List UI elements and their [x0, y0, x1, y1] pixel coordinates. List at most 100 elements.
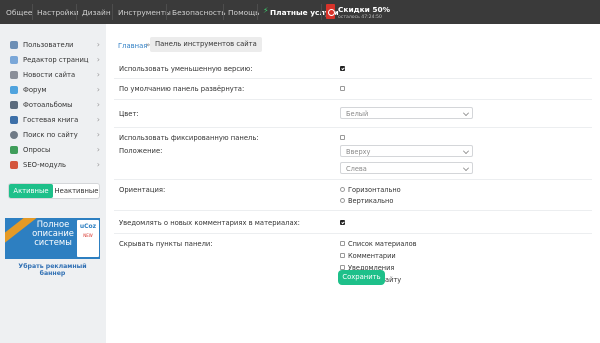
topnav-divider [257, 4, 258, 20]
topnav-item-general[interactable]: Общее [6, 8, 32, 17]
color-select-value: Белый [346, 110, 369, 118]
chevron-down-icon [463, 165, 469, 171]
sidebar-item-photo-albums[interactable]: Фотоальбомы › [10, 99, 100, 113]
hide-items-label: Скрывать пункты панели: [119, 240, 213, 248]
sidebar-item-label: Гостевая книга [23, 116, 79, 124]
guestbook-icon [10, 116, 18, 124]
position-horizontal-value: Слева [346, 165, 367, 173]
expanded-default-checkbox[interactable] [340, 86, 345, 91]
promo-countdown: осталось 47:24:50 [338, 15, 382, 20]
use-fixed-panel-checkbox[interactable] [340, 135, 345, 140]
orientation-vertical-label[interactable]: Вертикально [348, 197, 393, 205]
sidebar-item-news[interactable]: Новости сайта › [10, 69, 100, 83]
topnav-divider [166, 4, 167, 20]
topnav-item-design[interactable]: Дизайн [82, 8, 111, 17]
chevron-right-icon: › [96, 85, 100, 94]
chevron-right-icon: › [96, 100, 100, 109]
polls-icon [10, 146, 18, 154]
chevron-down-icon [463, 148, 469, 154]
row-divider [114, 233, 592, 234]
breadcrumb-current-page: Панель инструментов сайта [150, 37, 262, 52]
position-label: Положение: [119, 147, 163, 155]
row-divider [114, 179, 592, 180]
hide-materials-list-label[interactable]: Список материалов [348, 240, 417, 248]
save-button[interactable]: Сохранить [338, 270, 385, 285]
chevron-right-icon: › [96, 115, 100, 124]
sidebar-item-guestbook[interactable]: Гостевая книга › [10, 114, 100, 128]
position-vertical-select[interactable]: Вверху [340, 145, 473, 157]
hide-materials-list-checkbox[interactable] [340, 241, 345, 246]
use-small-version-label: Использовать уменьшенную версию: [119, 65, 253, 73]
search-icon [10, 131, 18, 139]
active-modules-tab[interactable]: Активные [9, 184, 53, 198]
color-select[interactable]: Белый [340, 107, 473, 119]
chevron-right-icon: › [96, 55, 100, 64]
notify-comments-label: Уведомлять о новых комментариях в матери… [119, 219, 300, 227]
chevron-right-icon: › [96, 70, 100, 79]
orientation-horizontal-radio[interactable] [340, 187, 345, 192]
inactive-modules-tab[interactable]: Неактивные [53, 184, 100, 198]
ad-banner[interactable]: Полное описание системы uCoz NEW [5, 218, 100, 259]
chevron-right-icon: › [96, 145, 100, 154]
banner-text: Полное описание системы [32, 219, 74, 247]
orientation-label: Ориентация: [119, 186, 166, 194]
topnav-divider [223, 4, 224, 20]
forum-icon [10, 86, 18, 94]
sidebar-item-page-editor[interactable]: Редактор страниц › [10, 54, 100, 68]
chevron-right-icon: › [96, 130, 100, 139]
sidebar-item-label: Пользователи [23, 41, 74, 49]
sidebar-item-site-search[interactable]: Поиск по сайту › [10, 129, 100, 143]
topnav-item-help[interactable]: Помощь [228, 8, 260, 17]
topnav-item-security[interactable]: Безопасность [172, 8, 226, 17]
main-content: Главная » Панель инструментов сайта Испо… [106, 24, 600, 343]
orientation-vertical-radio[interactable] [340, 198, 345, 203]
promo-discount-title[interactable]: Скидки 50% [338, 5, 390, 14]
photo-album-icon [10, 101, 18, 109]
sidebar: Пользователи › Редактор страниц › Новост… [0, 24, 106, 343]
row-divider [114, 127, 592, 128]
banner-book-cover: uCoz NEW [77, 220, 99, 257]
topnav-divider [76, 4, 77, 20]
lightning-icon: ⚡ [263, 6, 269, 15]
chevron-right-icon: › [96, 40, 100, 49]
row-divider [114, 210, 592, 211]
topnav-item-settings[interactable]: Настройки [37, 8, 79, 17]
sidebar-item-label: Новости сайта [23, 71, 76, 79]
orientation-horizontal-label[interactable]: Горизонтально [348, 186, 401, 194]
position-vertical-value: Вверху [346, 148, 371, 156]
topnav-divider [112, 4, 113, 20]
position-horizontal-select[interactable]: Слева [340, 162, 473, 174]
sidebar-item-seo[interactable]: SEO-модуль › [10, 159, 100, 173]
topnav-divider [32, 4, 33, 20]
chevron-right-icon: › [96, 160, 100, 169]
breadcrumb-home-link[interactable]: Главная [118, 42, 147, 50]
color-label: Цвет: [119, 110, 139, 118]
use-small-version-checkbox[interactable] [340, 66, 345, 71]
sidebar-item-users[interactable]: Пользователи › [10, 39, 100, 53]
sidebar-item-forum[interactable]: Форум › [10, 84, 100, 98]
hide-comments-checkbox[interactable] [340, 253, 345, 258]
sidebar-item-polls[interactable]: Опросы › [10, 144, 100, 158]
modules-filter-toggle: Активные Неактивные [8, 183, 100, 199]
remove-ad-link[interactable]: Убрать рекламный баннер [5, 263, 100, 277]
sidebar-item-label: Опросы [23, 146, 51, 154]
hide-comments-label[interactable]: Комментарии [348, 252, 396, 260]
notify-comments-checkbox[interactable] [340, 220, 345, 225]
sidebar-item-label: Форум [23, 86, 47, 94]
expanded-default-label: По умолчанию панель развёрнута: [119, 85, 245, 93]
chevron-down-icon [463, 110, 469, 116]
banner-logo: uCoz [79, 223, 97, 230]
row-divider [114, 78, 592, 79]
users-icon [10, 41, 18, 49]
row-divider [114, 99, 592, 100]
sidebar-item-label: Поиск по сайту [23, 131, 78, 139]
pages-editor-icon [10, 56, 18, 64]
use-fixed-panel-label: Использовать фиксированную панель: [119, 134, 259, 142]
seo-icon [10, 161, 18, 169]
sidebar-item-label: Редактор страниц [23, 56, 89, 64]
sidebar-item-label: Фотоальбомы [23, 101, 73, 109]
topnav-item-tools[interactable]: Инструменты [118, 8, 171, 17]
news-icon [10, 71, 18, 79]
topnav-divider [321, 4, 322, 20]
discount-tag-icon [326, 4, 335, 19]
